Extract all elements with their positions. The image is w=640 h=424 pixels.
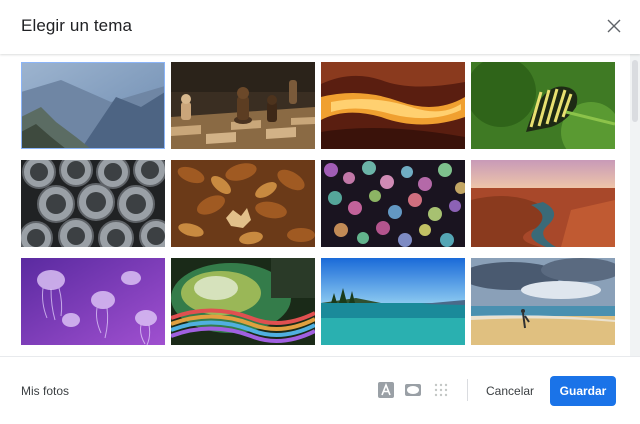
- theme-thumb-chess[interactable]: [171, 62, 315, 149]
- dialog-title: Elegir un tema: [21, 16, 133, 35]
- my-photos-link[interactable]: Mis fotos: [21, 384, 69, 398]
- theme-thumb-river-canyon[interactable]: [471, 160, 615, 247]
- theme-thumb-rainbow[interactable]: [171, 258, 315, 345]
- text-color-icon: [378, 382, 394, 398]
- dialog-header: Elegir un tema: [0, 0, 640, 54]
- theme-thumb-jellyfish[interactable]: [21, 258, 165, 345]
- text-color-button[interactable]: [377, 381, 395, 399]
- theme-thumb-lake[interactable]: [321, 258, 465, 345]
- theme-thumb-leaves[interactable]: [171, 160, 315, 247]
- theme-thumb-pipes[interactable]: [21, 160, 165, 247]
- theme-dialog: Elegir un tema Mis fotos Cancelar Guarda…: [0, 0, 640, 424]
- cancel-button[interactable]: Cancelar: [476, 376, 544, 406]
- blur-icon: [434, 383, 448, 397]
- vignette-button[interactable]: [404, 381, 422, 399]
- theme-grid-scroll[interactable]: [0, 54, 640, 356]
- theme-thumb-caterpillar[interactable]: [471, 62, 615, 149]
- save-button[interactable]: Guardar: [550, 376, 616, 406]
- vignette-icon: [405, 384, 421, 396]
- close-button[interactable]: [603, 15, 625, 37]
- close-icon: [607, 19, 621, 33]
- theme-thumb-canyon[interactable]: [321, 62, 465, 149]
- theme-thumb-beach[interactable]: [471, 258, 615, 345]
- footer-divider: [467, 379, 468, 401]
- scrollbar-thumb[interactable]: [632, 60, 638, 122]
- theme-thumb-bokeh[interactable]: [321, 160, 465, 247]
- blur-button[interactable]: [432, 381, 450, 399]
- dialog-footer: Mis fotos Cancelar Guardar: [0, 356, 640, 424]
- theme-thumb-mountains[interactable]: [21, 62, 165, 149]
